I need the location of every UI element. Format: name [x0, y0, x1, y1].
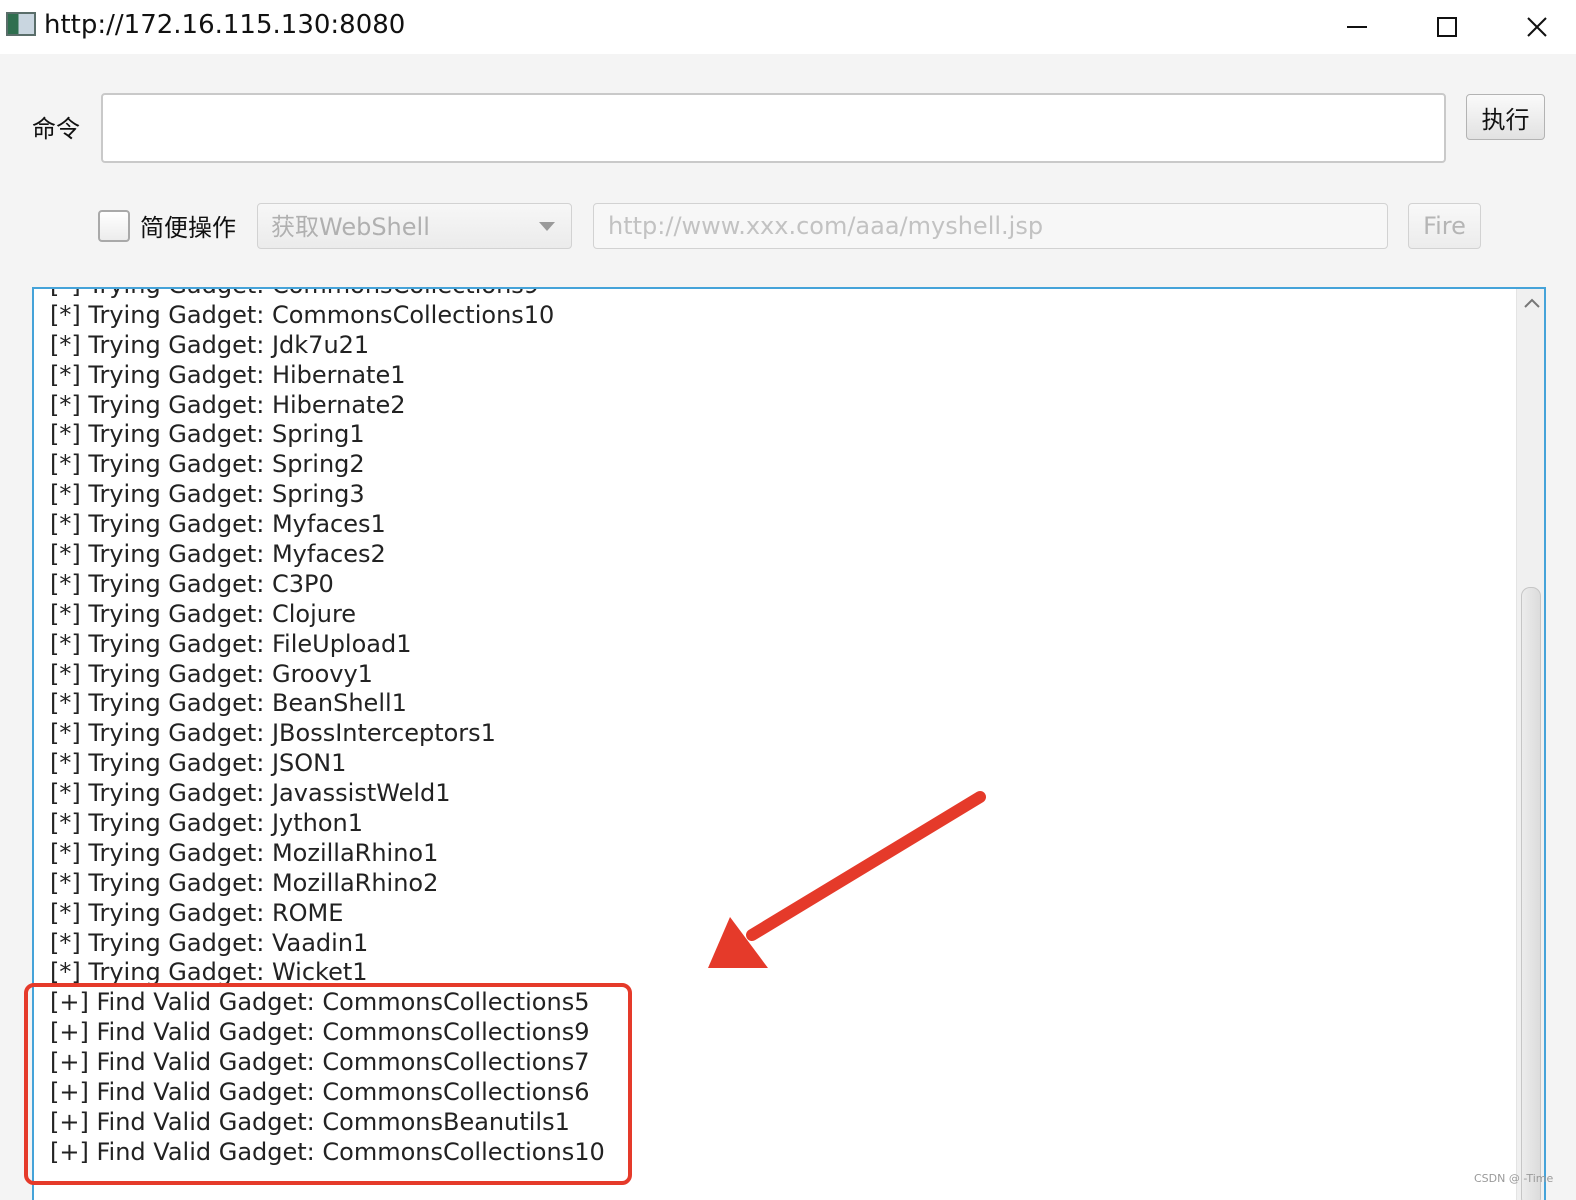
- log-line: [*] Trying Gadget: CommonsCollections10: [50, 300, 555, 329]
- log-line: [+] Find Valid Gadget: CommonsCollection…: [50, 1048, 590, 1077]
- log-line: [*] Trying Gadget: Spring3: [50, 480, 365, 509]
- chevron-up-icon: [1524, 298, 1540, 308]
- scroll-up-button[interactable]: [1517, 289, 1544, 317]
- command-input[interactable]: [101, 93, 1446, 163]
- url-input[interactable]: [593, 203, 1388, 249]
- minimize-icon: [1347, 26, 1367, 28]
- scroll-thumb[interactable]: [1521, 587, 1541, 1200]
- log-line: [*] Trying Gadget: Groovy1: [50, 659, 373, 688]
- log-line: [*] Trying Gadget: Myfaces1: [50, 510, 386, 539]
- fire-button[interactable]: Fire: [1408, 203, 1481, 249]
- close-icon: [1527, 17, 1547, 37]
- log-line: [*] Trying Gadget: FileUpload1: [50, 629, 412, 658]
- log-line: [*] Trying Gadget: Spring2: [50, 450, 365, 479]
- log-line: [*] Trying Gadget: JavassistWeld1: [50, 779, 451, 808]
- watermark: CSDN @ -Time: [1474, 1172, 1554, 1185]
- log-line: [*] Trying Gadget: BeanShell1: [50, 689, 407, 718]
- log-line: [*] Trying Gadget: MozillaRhino1: [50, 838, 439, 867]
- log-line: [*] Trying Gadget: C3P0: [50, 569, 334, 598]
- log-line: [*] Trying Gadget: Hibernate1: [50, 360, 406, 389]
- log-line: [+] Find Valid Gadget: CommonsCollection…: [50, 1137, 605, 1166]
- quick-mode-checkbox[interactable]: [98, 210, 130, 242]
- minimize-button[interactable]: [1312, 0, 1402, 54]
- action-select[interactable]: 获取WebShell: [257, 203, 572, 249]
- log-line: [*] Trying Gadget: Wicket1: [50, 958, 368, 987]
- maximize-button[interactable]: [1402, 0, 1492, 54]
- window-title: http://172.16.115.130:8080: [44, 10, 406, 40]
- log-line: [*] Trying Gadget: Vaadin1: [50, 928, 369, 957]
- log-line: [*] Trying Gadget: CommonsCollections9: [50, 289, 1510, 301]
- action-select-value: 获取WebShell: [271, 213, 430, 241]
- log-line: [*] Trying Gadget: Hibernate2: [50, 390, 406, 419]
- log-line: [*] Trying Gadget: JSON1: [50, 749, 347, 778]
- log-line: [*] Trying Gadget: Myfaces2: [50, 540, 386, 569]
- title-bar: http://172.16.115.130:8080: [0, 0, 1576, 54]
- chevron-down-icon: [539, 222, 555, 231]
- log-line: [+] Find Valid Gadget: CommonsCollection…: [50, 988, 590, 1017]
- output-lines: [*] Trying Gadget: CommonsCollections9[*…: [50, 289, 1510, 1168]
- log-line: [*] Trying Gadget: Jython1: [50, 809, 364, 838]
- log-line: [*] Trying Gadget: Jdk7u21: [50, 330, 370, 359]
- log-line: [*] Trying Gadget: ROME: [50, 898, 344, 927]
- quick-mode-label[interactable]: 简便操作: [140, 211, 236, 245]
- log-line: [*] Trying Gadget: Spring1: [50, 420, 365, 449]
- log-line: [+] Find Valid Gadget: CommonsCollection…: [50, 1078, 590, 1107]
- maximize-icon: [1437, 17, 1457, 37]
- vertical-scrollbar[interactable]: [1516, 289, 1544, 1200]
- log-line: [+] Find Valid Gadget: CommonsCollection…: [50, 1018, 590, 1047]
- log-line: [*] Trying Gadget: Clojure: [50, 599, 357, 628]
- log-line: [+] Find Valid Gadget: CommonsBeanutils1: [50, 1107, 570, 1136]
- command-label: 命令: [32, 115, 80, 143]
- close-button[interactable]: [1492, 0, 1576, 54]
- log-line: [*] Trying Gadget: MozillaRhino2: [50, 868, 439, 897]
- execute-button[interactable]: 执行: [1466, 94, 1545, 140]
- app-icon: [6, 12, 36, 36]
- output-textarea[interactable]: [*] Trying Gadget: CommonsCollections9[*…: [32, 287, 1546, 1200]
- log-line: [*] Trying Gadget: JBossInterceptors1: [50, 719, 496, 748]
